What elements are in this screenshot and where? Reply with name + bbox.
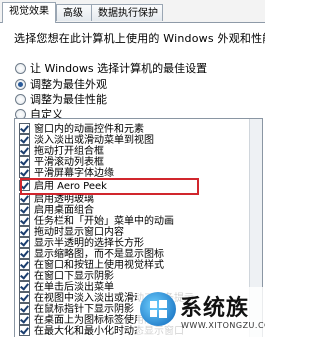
checkbox[interactable] [19, 269, 30, 281]
checkbox[interactable] [19, 214, 30, 226]
checkbox[interactable] [19, 302, 30, 314]
tab-advanced[interactable]: 高级 [56, 4, 92, 21]
checkbox[interactable] [19, 225, 30, 237]
checkbox[interactable] [19, 258, 30, 270]
checkbox[interactable] [19, 236, 30, 248]
checkbox[interactable] [19, 122, 30, 134]
radio-label: 调整为最佳外观 [30, 78, 107, 91]
watermark-url: WWW.XITONGZU.COM [181, 321, 265, 330]
checkbox[interactable] [19, 280, 30, 292]
checkbox[interactable] [19, 166, 30, 178]
checkbox[interactable] [19, 324, 30, 336]
radio-button[interactable] [15, 93, 26, 105]
tab-visual-effects[interactable]: 视觉效果 [2, 2, 56, 23]
site-watermark: 系统族 WWW.XITONGZU.COM [137, 287, 265, 337]
windows-logo-icon [140, 292, 176, 326]
radio-best-appearance[interactable]: 调整为最佳外观 [15, 77, 107, 92]
checkbox[interactable] [19, 247, 30, 259]
radio-label: 调整为最佳性能 [30, 93, 107, 106]
instruction-text: 选择您想在此计算机上使用的 Windows 外观和性能设置。 [14, 32, 265, 45]
checkbox[interactable] [19, 144, 30, 156]
tab-data-execution-prevention[interactable]: 数据执行保护 [91, 4, 163, 21]
performance-options-dialog: 视觉效果 高级 数据执行保护 选择您想在此计算机上使用的 Windows 外观和… [0, 0, 265, 337]
radio-label: 让 Windows 选择计算机的最佳设置 [30, 62, 208, 75]
radio-best-performance[interactable]: 调整为最佳性能 [15, 92, 107, 107]
checkbox[interactable] [19, 203, 30, 215]
highlight-annotation [20, 178, 199, 195]
radio-let-windows-choose[interactable]: 让 Windows 选择计算机的最佳设置 [15, 61, 207, 76]
radio-button[interactable] [15, 62, 26, 74]
radio-button[interactable] [15, 78, 26, 90]
tab-bar: 视觉效果 高级 数据执行保护 [0, 0, 265, 23]
checkbox[interactable] [19, 291, 30, 303]
checkbox[interactable] [19, 133, 30, 145]
checkbox[interactable] [19, 155, 30, 167]
checkbox[interactable] [19, 313, 30, 325]
watermark-title: 系统族 [180, 296, 250, 321]
